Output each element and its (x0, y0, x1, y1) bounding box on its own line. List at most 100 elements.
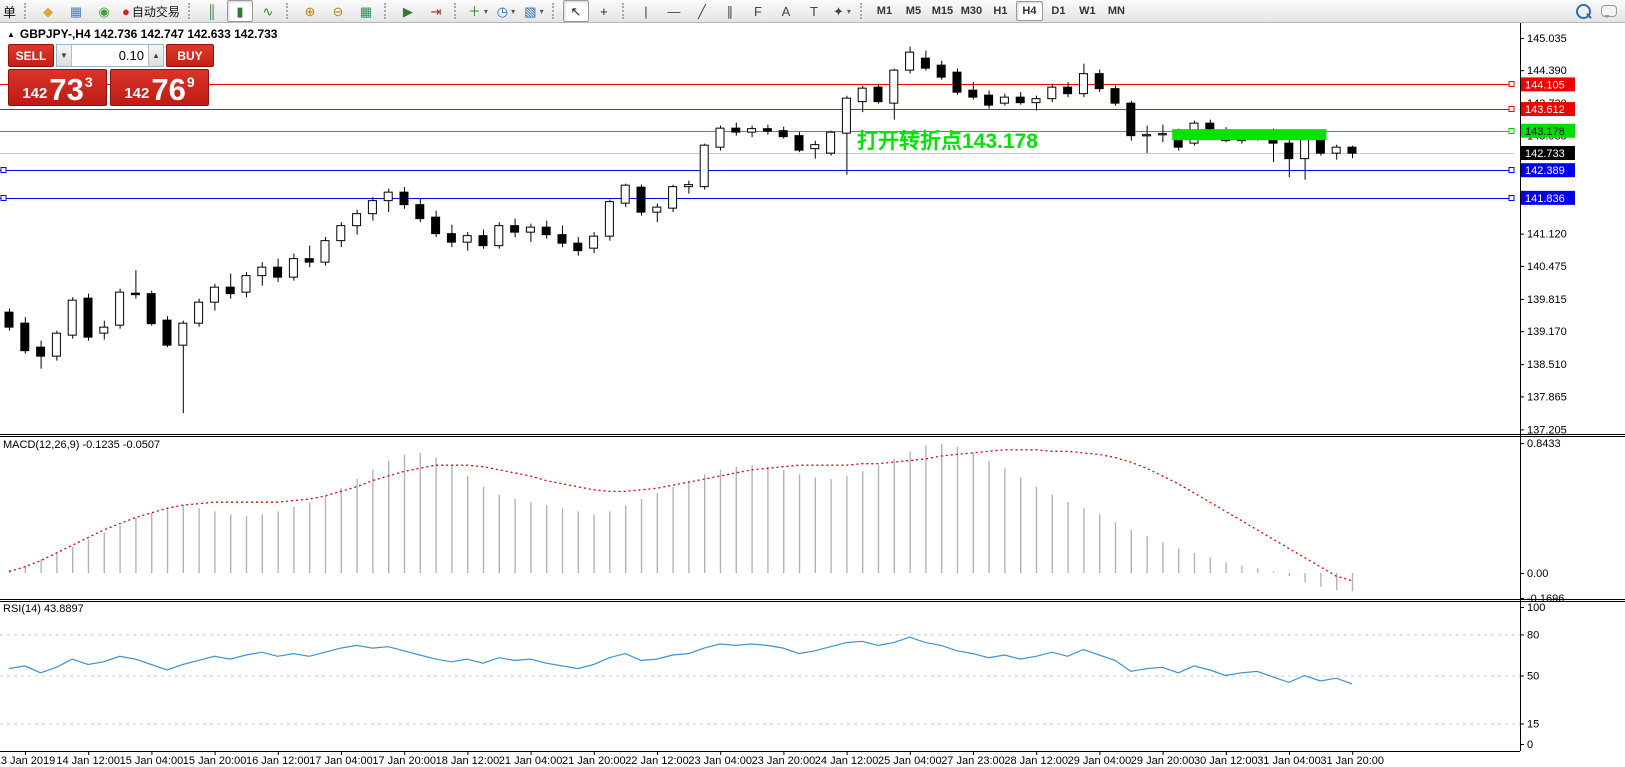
timeframe-d1-button[interactable]: D1 (1045, 1, 1072, 21)
text-label-button[interactable]: T (801, 0, 827, 22)
vertical-line-icon: | (644, 5, 647, 18)
zoom-out-button[interactable]: ⊖ (325, 0, 351, 22)
zoom-in-icon: ⊕ (304, 5, 315, 18)
periods-button[interactable]: ◷▾ (493, 0, 519, 22)
new-order-button[interactable]: ◆ (35, 0, 61, 22)
auto-scroll-button[interactable]: ▶ (395, 0, 421, 22)
volume-increase-button[interactable]: ▲ (148, 45, 163, 66)
search-icon[interactable] (1576, 4, 1591, 19)
templates-button[interactable]: ▧▾ (521, 0, 547, 22)
price-levels (0, 82, 1514, 201)
svg-text:139.815: 139.815 (1527, 294, 1567, 306)
arrows-icon: ✦ (833, 5, 844, 18)
chart-shift-button[interactable]: ⇥ (423, 0, 449, 22)
channel-button[interactable]: ∥ (717, 0, 743, 22)
timeframe-h1-button[interactable]: H1 (987, 1, 1014, 21)
chevron-down-icon[interactable]: ▾ (540, 7, 544, 16)
templates-icon: ▧ (524, 5, 536, 18)
text-icon: A (782, 5, 791, 18)
chart-canvas[interactable]: 打开转折点143.178145.035144.390143.730143.085… (0, 0, 1625, 767)
macd-label: MACD(12,26,9) -0.1235 -0.0507 (3, 439, 160, 451)
zoom-in-button[interactable]: ⊕ (297, 0, 323, 22)
svg-text:15 Jan 04:00: 15 Jan 04:00 (120, 755, 184, 767)
data-window-button[interactable]: ▦ (63, 0, 89, 22)
toolbar-separator (454, 3, 460, 19)
volume-input[interactable] (72, 45, 148, 66)
channel-icon: ∥ (727, 5, 734, 18)
chat-icon[interactable] (1601, 5, 1617, 17)
chevron-down-icon[interactable]: ▾ (484, 7, 488, 16)
autotrading-button[interactable]: ●自动交易 (119, 0, 183, 22)
svg-text:139.170: 139.170 (1527, 326, 1567, 338)
indicators-button[interactable]: ＋▾ (465, 0, 491, 22)
svg-text:50: 50 (1527, 671, 1539, 683)
toolbar: 单 ◆▦◉●自动交易║▮∿⊕⊖▦▶⇥＋▾◷▾▧▾↖+|—╱∥FAT✦▾ M1M5… (0, 0, 1625, 23)
svg-text:28 Jan 12:00: 28 Jan 12:00 (1004, 755, 1068, 767)
data-window-icon: ▦ (70, 5, 82, 18)
buy-button[interactable]: BUY (166, 44, 214, 67)
svg-text:29 Jan 04:00: 29 Jan 04:00 (1068, 755, 1132, 767)
mt4-window: 打开转折点143.178145.035144.390143.730143.085… (0, 0, 1625, 767)
timeframe-mn-button[interactable]: MN (1103, 1, 1130, 21)
volume-control: ▼ ▲ (56, 44, 164, 67)
vertical-line-button[interactable]: | (633, 0, 659, 22)
signals-button[interactable]: ◉ (91, 0, 117, 22)
bar-chart-button[interactable]: ║ (199, 0, 225, 22)
highlight-box[interactable] (1172, 129, 1326, 140)
cursor-button[interactable]: ↖ (563, 0, 589, 22)
timeframe-h4-button[interactable]: H4 (1016, 1, 1043, 21)
svg-text:14 Jan 12:00: 14 Jan 12:00 (56, 755, 120, 767)
horizontal-line-button[interactable]: — (661, 0, 687, 22)
svg-text:23 Jan 20:00: 23 Jan 20:00 (752, 755, 816, 767)
sell-price-pipette: 3 (85, 75, 93, 89)
text-button[interactable]: A (773, 0, 799, 22)
rsi-line (9, 637, 1352, 684)
svg-text:142.389: 142.389 (1525, 165, 1565, 177)
svg-text:143.178: 143.178 (1525, 126, 1565, 138)
fibonacci-button[interactable]: F (745, 0, 771, 22)
chevron-down-icon[interactable]: ▾ (511, 7, 515, 16)
one-click-trading-panel: SELL ▼ ▲ BUY 142733 142769 (8, 44, 214, 106)
candlestick-chart-button[interactable]: ▮ (227, 0, 253, 22)
rsi-label: RSI(14) 43.8897 (3, 603, 84, 615)
autotrading-label: 自动交易 (132, 3, 180, 20)
toolbar-separator (286, 3, 292, 19)
auto-scroll-icon: ▶ (403, 5, 413, 18)
trendline-icon: ╱ (698, 5, 706, 18)
macd-signal-line (9, 450, 1352, 581)
svg-text:0.8433: 0.8433 (1527, 438, 1561, 450)
crosshair-icon: + (600, 5, 608, 18)
tile-windows-icon: ▦ (360, 5, 372, 18)
chart-shift-icon: ⇥ (430, 5, 441, 18)
svg-text:31 Jan 20:00: 31 Jan 20:00 (1320, 755, 1384, 767)
fibonacci-icon: F (754, 5, 762, 18)
svg-text:144.105: 144.105 (1525, 79, 1565, 91)
trendline-button[interactable]: ╱ (689, 0, 715, 22)
crosshair-button[interactable]: + (591, 0, 617, 22)
timeframe-m5-button[interactable]: M5 (900, 1, 927, 21)
buy-price[interactable]: 142769 (110, 69, 209, 106)
volume-decrease-button[interactable]: ▼ (57, 45, 72, 66)
symbol-header: ▲ GBPJPY-,H4 142.736 142.747 142.633 142… (7, 27, 277, 41)
svg-text:18 Jan 12:00: 18 Jan 12:00 (436, 755, 500, 767)
sell-price-big: 142 (22, 86, 47, 101)
timeframe-w1-button[interactable]: W1 (1074, 1, 1101, 21)
svg-text:140.475: 140.475 (1527, 261, 1567, 273)
menu-text[interactable]: 单 (3, 2, 16, 21)
collapse-icon[interactable]: ▲ (7, 30, 15, 39)
sell-price[interactable]: 142733 (8, 69, 107, 106)
chevron-down-icon[interactable]: ▾ (847, 7, 851, 16)
timeframe-m15-button[interactable]: M15 (929, 1, 956, 21)
svg-text:25 Jan 04:00: 25 Jan 04:00 (878, 755, 942, 767)
svg-text:17 Jan 20:00: 17 Jan 20:00 (372, 755, 436, 767)
tile-windows-button[interactable]: ▦ (353, 0, 379, 22)
timeframe-m1-button[interactable]: M1 (871, 1, 898, 21)
line-chart-button[interactable]: ∿ (255, 0, 281, 22)
autotrading-icon: ● (122, 5, 130, 18)
svg-text:137.865: 137.865 (1527, 391, 1567, 403)
arrows-button[interactable]: ✦▾ (829, 0, 855, 22)
sell-button[interactable]: SELL (8, 44, 54, 67)
toolbar-separator (24, 3, 30, 19)
timeframe-m30-button[interactable]: M30 (958, 1, 985, 21)
svg-text:138.510: 138.510 (1527, 359, 1567, 371)
